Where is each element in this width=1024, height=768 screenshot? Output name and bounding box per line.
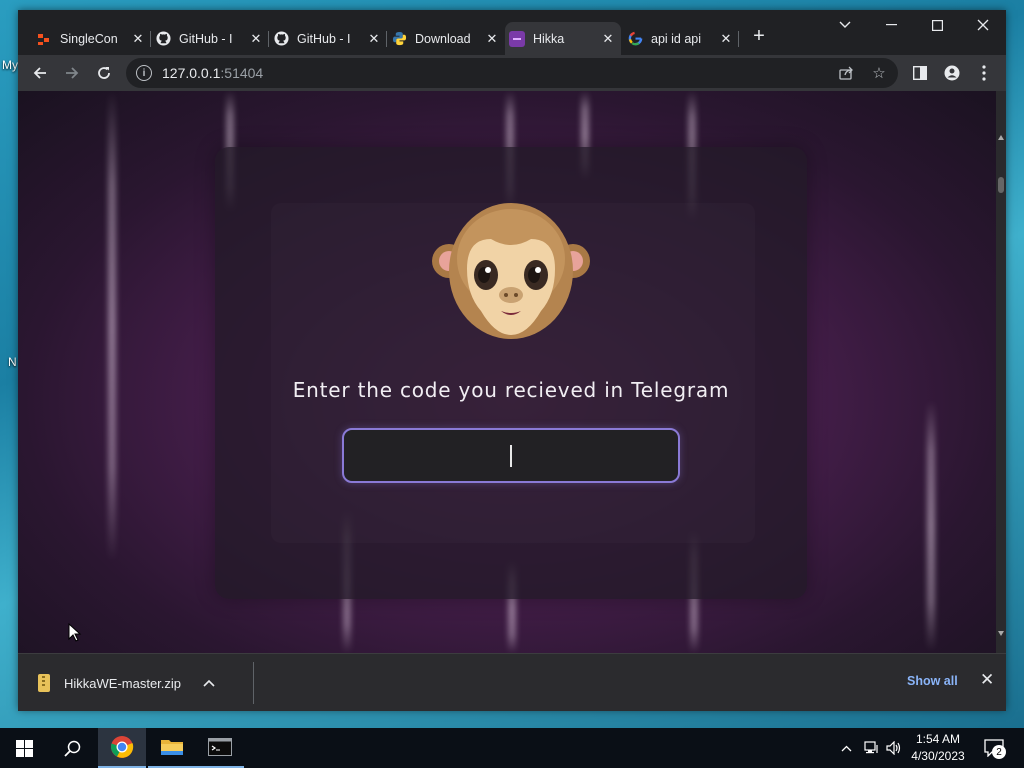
- back-button[interactable]: [27, 60, 53, 86]
- close-download-shelf-icon[interactable]: ✕: [980, 670, 994, 690]
- see-no-evil-monkey-icon: [432, 203, 590, 339]
- window-close-button[interactable]: [960, 10, 1006, 40]
- url-port: :51404: [220, 65, 264, 81]
- mouse-cursor-icon: [68, 623, 82, 642]
- share-icon[interactable]: [834, 58, 860, 88]
- text-caret: [510, 444, 512, 467]
- show-hidden-icons-chevron-icon[interactable]: [838, 728, 854, 768]
- tab-separator: [738, 31, 739, 47]
- tab-title: Hikka: [533, 31, 565, 46]
- close-tab-icon[interactable]: ✕: [249, 31, 263, 47]
- notification-count-badge: 2: [992, 745, 1006, 759]
- file-explorer-icon[interactable]: [148, 728, 196, 768]
- maximize-button[interactable]: [914, 10, 960, 40]
- python-icon: [391, 31, 407, 47]
- tab-google-search[interactable]: api id api ✕: [623, 22, 739, 55]
- hikka-favicon-icon: [509, 30, 525, 47]
- google-icon: [627, 31, 643, 47]
- address-bar[interactable]: i 127.0.0.1:51404 ☆: [126, 58, 898, 88]
- tab-title: GitHub - I: [297, 31, 351, 46]
- site-info-icon[interactable]: i: [136, 65, 152, 81]
- page-scrollbar[interactable]: [996, 91, 1006, 653]
- system-clock[interactable]: 1:54 AM 4/30/2023: [904, 731, 972, 765]
- chrome-taskbar-icon[interactable]: [98, 728, 146, 768]
- tab-python-download[interactable]: Download ✕: [387, 22, 505, 55]
- light-beam: [108, 91, 116, 561]
- show-all-downloads-link[interactable]: Show all: [907, 674, 958, 688]
- url-host: 127.0.0.1: [162, 65, 221, 81]
- volume-icon[interactable]: [884, 728, 904, 768]
- divider: [253, 662, 254, 704]
- windows-start-icon[interactable]: [0, 728, 48, 768]
- clock-time: 1:54 AM: [915, 732, 961, 746]
- desktop-icon-label[interactable]: My: [2, 58, 18, 72]
- download-item[interactable]: HikkaWE-master.zip: [38, 666, 215, 700]
- clock-date: 4/30/2023: [911, 749, 965, 763]
- tab-github-1[interactable]: GitHub - I ✕: [151, 22, 269, 55]
- web-page: Enter the code you recieved in Telegram: [18, 91, 1006, 653]
- login-card: Enter the code you recieved in Telegram: [215, 147, 807, 599]
- desktop-icon-label[interactable]: N: [8, 355, 17, 369]
- close-tab-icon[interactable]: ✕: [485, 31, 499, 47]
- chevron-up-icon[interactable]: [203, 679, 215, 687]
- singlecon-favicon-icon: [36, 31, 52, 47]
- browser-window: SingleCon ✕ GitHub - I ✕ GitHub - I ✕ Do…: [18, 10, 1006, 711]
- close-tab-icon[interactable]: ✕: [131, 31, 145, 47]
- close-tab-icon[interactable]: ✕: [367, 31, 381, 47]
- browser-toolbar: i 127.0.0.1:51404 ☆: [18, 55, 1006, 91]
- tab-strip: SingleCon ✕ GitHub - I ✕ GitHub - I ✕ Do…: [18, 10, 1006, 55]
- taskbar: 1:54 AM 4/30/2023 2: [0, 728, 1024, 768]
- new-tab-button[interactable]: +: [748, 25, 770, 48]
- network-icon[interactable]: [862, 728, 882, 768]
- tab-title: api id api: [651, 31, 702, 46]
- close-tab-icon[interactable]: ✕: [601, 31, 615, 47]
- reload-button[interactable]: [91, 60, 117, 86]
- notifications-button[interactable]: 2: [978, 728, 1010, 768]
- tab-title: GitHub - I: [179, 31, 233, 46]
- zip-file-icon: [38, 674, 50, 692]
- profile-icon[interactable]: [939, 60, 965, 86]
- scrollbar-thumb[interactable]: [998, 177, 1004, 193]
- telegram-code-input[interactable]: [342, 428, 680, 483]
- side-panel-icon[interactable]: [907, 60, 933, 86]
- tab-title: Download: [415, 31, 471, 46]
- search-icon[interactable]: [48, 728, 96, 768]
- download-file-name: HikkaWE-master.zip: [64, 675, 182, 691]
- tab-search-chevron-icon[interactable]: [822, 10, 868, 40]
- tab-title: SingleCon: [60, 31, 118, 46]
- minimize-button[interactable]: [868, 10, 914, 40]
- tab-github-2[interactable]: GitHub - I ✕: [269, 22, 387, 55]
- more-menu-icon[interactable]: [971, 60, 997, 86]
- close-tab-icon[interactable]: ✕: [719, 31, 733, 47]
- code-prompt: Enter the code you recieved in Telegram: [292, 378, 730, 402]
- bookmark-star-icon[interactable]: ☆: [866, 58, 892, 88]
- download-shelf: HikkaWE-master.zip Show all ✕: [18, 653, 1006, 711]
- github-icon: [155, 31, 171, 47]
- forward-button[interactable]: [59, 60, 85, 86]
- tab-singlecon[interactable]: SingleCon ✕: [32, 22, 151, 55]
- tab-hikka[interactable]: Hikka ✕: [505, 22, 621, 55]
- github-icon: [273, 31, 289, 47]
- terminal-icon[interactable]: [196, 728, 244, 768]
- light-beam: [927, 401, 935, 651]
